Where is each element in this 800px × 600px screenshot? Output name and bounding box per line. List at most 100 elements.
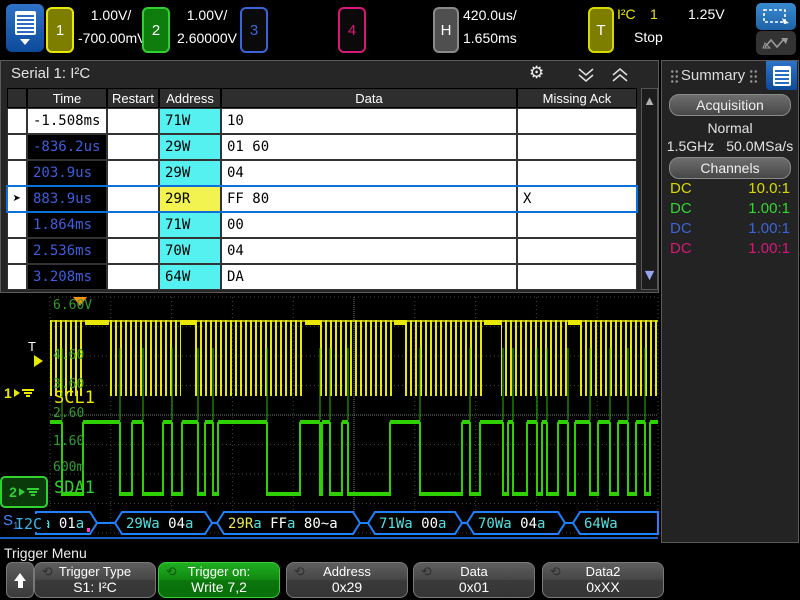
- channel1-ground-marker[interactable]: 1: [4, 385, 34, 401]
- channel-scale: 1.00V/: [78, 4, 144, 27]
- time-cell: 3.208ms: [27, 264, 107, 290]
- row-marker: ➤: [7, 186, 27, 212]
- channel-scale: 1.00V/: [174, 4, 240, 27]
- column-header-Time: Time: [27, 88, 107, 108]
- channels-button[interactable]: Channels: [669, 157, 791, 179]
- address-cell: 29R: [159, 186, 221, 212]
- data-cell: FF 80: [221, 186, 517, 212]
- table-row[interactable]: -836.2us29W01 60: [7, 134, 637, 160]
- table-row[interactable]: 3.208ms64WDA: [7, 264, 637, 290]
- arrow-right-icon: [19, 488, 25, 496]
- probe-ratio-value: 1.00:1: [748, 199, 790, 219]
- address-cell: 71W: [159, 108, 221, 134]
- arrow-up-icon: [18, 581, 23, 588]
- svg-text:I2C: I2C: [15, 515, 42, 533]
- svg-text:600m: 600m: [53, 460, 84, 475]
- table-row[interactable]: ➤883.9us29RFF 80X: [7, 186, 637, 212]
- trigger-badge[interactable]: T: [588, 7, 614, 53]
- softkey-title: Data: [414, 564, 534, 579]
- row-marker: [7, 264, 27, 290]
- column-header-Missing Ack: Missing Ack: [517, 88, 637, 108]
- arrow-right-icon: [14, 389, 20, 397]
- summary-panel: Summary Acquisition Normal 1.5GHz 50.0MS…: [661, 60, 799, 543]
- channel-1-readout: 1.00V/-700.00mV: [78, 4, 144, 50]
- time-cell: 203.9us: [27, 160, 107, 186]
- gear-icon[interactable]: ⚙: [529, 63, 544, 83]
- coupling-value: DC: [670, 219, 692, 239]
- time-cell: 2.536ms: [27, 238, 107, 264]
- data-cell: 04: [221, 238, 517, 264]
- softkey-data2[interactable]: ⟳Data20xXX: [542, 562, 664, 598]
- channel-2-readout: 1.00V/2.60000V: [174, 4, 240, 50]
- column-header-Data: Data: [221, 88, 517, 108]
- timebase-delay: 1.650ms: [463, 27, 517, 50]
- missing-ack-cell: [517, 212, 637, 238]
- channel2-ground-marker[interactable]: 2: [0, 476, 48, 508]
- table-scrollbar[interactable]: ▲ ▼: [641, 88, 658, 290]
- waveform-plot[interactable]: 6.60V4.603.602.601.60600mSCL1SDA1a 01a29…: [0, 293, 660, 543]
- svg-text:29Ra FFa 80~a: 29Ra FFa 80~a: [228, 516, 338, 532]
- menu-icon: [773, 66, 791, 86]
- drag-handle-icon[interactable]: [749, 69, 758, 84]
- trigger-level-label: T: [28, 339, 36, 354]
- acquisition-mode: Normal: [662, 120, 798, 136]
- trigger-menu-bar: Trigger Menu ⟳Trigger TypeS1: I²C⟳Trigge…: [0, 543, 800, 600]
- table-row[interactable]: 2.536ms70W04: [7, 238, 637, 264]
- bandwidth-value: 1.5GHz: [667, 138, 714, 154]
- probe-ratio-value: 1.00:1: [748, 219, 790, 239]
- pan-zigzag-button[interactable]: [756, 31, 796, 55]
- row-marker: [7, 238, 27, 264]
- horizontal-badge[interactable]: H: [433, 7, 459, 53]
- summary-menu-button[interactable]: [766, 61, 797, 90]
- menu-back-button[interactable]: [6, 562, 34, 598]
- coupling-value: DC: [670, 179, 692, 199]
- table-row[interactable]: 203.9us29W04: [7, 160, 637, 186]
- softkey-trigger-type[interactable]: ⟳Trigger TypeS1: I²C: [34, 562, 156, 598]
- scroll-down-icon[interactable]: ▼: [643, 264, 656, 288]
- table-row[interactable]: -1.508ms71W10: [7, 108, 637, 134]
- svg-text:1.60: 1.60: [53, 434, 84, 449]
- main-menu-button[interactable]: [6, 4, 44, 52]
- rect-zoom-icon: [761, 7, 791, 27]
- trigger-bus-type: I²C: [617, 6, 636, 22]
- channel-2-badge[interactable]: 2: [142, 7, 170, 53]
- svg-text:29Wa 04a: 29Wa 04a: [126, 516, 193, 532]
- missing-ack-cell: [517, 134, 637, 160]
- channel1-label: 1: [4, 385, 12, 401]
- table-row[interactable]: 1.864ms71W00: [7, 212, 637, 238]
- acquisition-button[interactable]: Acquisition: [669, 94, 791, 116]
- svg-text:6.60V: 6.60V: [53, 298, 92, 313]
- restart-cell: [107, 160, 159, 186]
- channel-1-badge[interactable]: 1: [46, 7, 74, 53]
- collapse-down-icon[interactable]: [576, 67, 596, 88]
- softkey-data[interactable]: ⟳Data0x01: [413, 562, 535, 598]
- data-cell: 00: [221, 212, 517, 238]
- run-status: Stop: [634, 29, 663, 45]
- trigger-level-marker[interactable]: [34, 355, 43, 367]
- restart-cell: [107, 134, 159, 160]
- horizontal-readout: 420.0us/ 1.650ms: [463, 4, 517, 50]
- svg-text:SCL1: SCL1: [54, 388, 95, 408]
- restart-cell: [107, 212, 159, 238]
- oscilloscope-screen: 11.00V/-700.00mV21.00V/2.60000V34 H 420.…: [0, 0, 800, 600]
- decode-window-title: Serial 1: I²C: [11, 65, 90, 82]
- column-header-marker: [7, 88, 27, 108]
- svg-text:64Wa: 64Wa: [584, 516, 618, 532]
- summary-channel-row-3: DC 1.00:1: [662, 219, 798, 239]
- scroll-up-icon[interactable]: ▲: [643, 90, 656, 110]
- ground-icon: [22, 389, 34, 397]
- softkey-value: S1: I²C: [35, 579, 155, 595]
- chevron-down-icon: [20, 39, 30, 45]
- expand-up-icon[interactable]: [610, 67, 630, 88]
- channel-3-badge[interactable]: 3: [240, 7, 268, 53]
- serial-decode-window: Serial 1: I²C ⚙ TimeRestartAddressDataMi…: [0, 60, 659, 293]
- trigger-level: 1.25V: [688, 6, 725, 22]
- softkey-trigger-on[interactable]: ⟳Trigger on:Write 7,2: [158, 562, 280, 598]
- arrow-up-icon: [14, 573, 26, 581]
- softkey-address[interactable]: ⟳Address0x29: [286, 562, 408, 598]
- channel-offset: 2.60000V: [174, 27, 240, 50]
- serial-bus-marker[interactable]: S1: [3, 512, 19, 532]
- rect-zoom-button[interactable]: [756, 3, 796, 30]
- column-header-Restart: Restart: [107, 88, 159, 108]
- channel-4-badge[interactable]: 4: [338, 7, 366, 53]
